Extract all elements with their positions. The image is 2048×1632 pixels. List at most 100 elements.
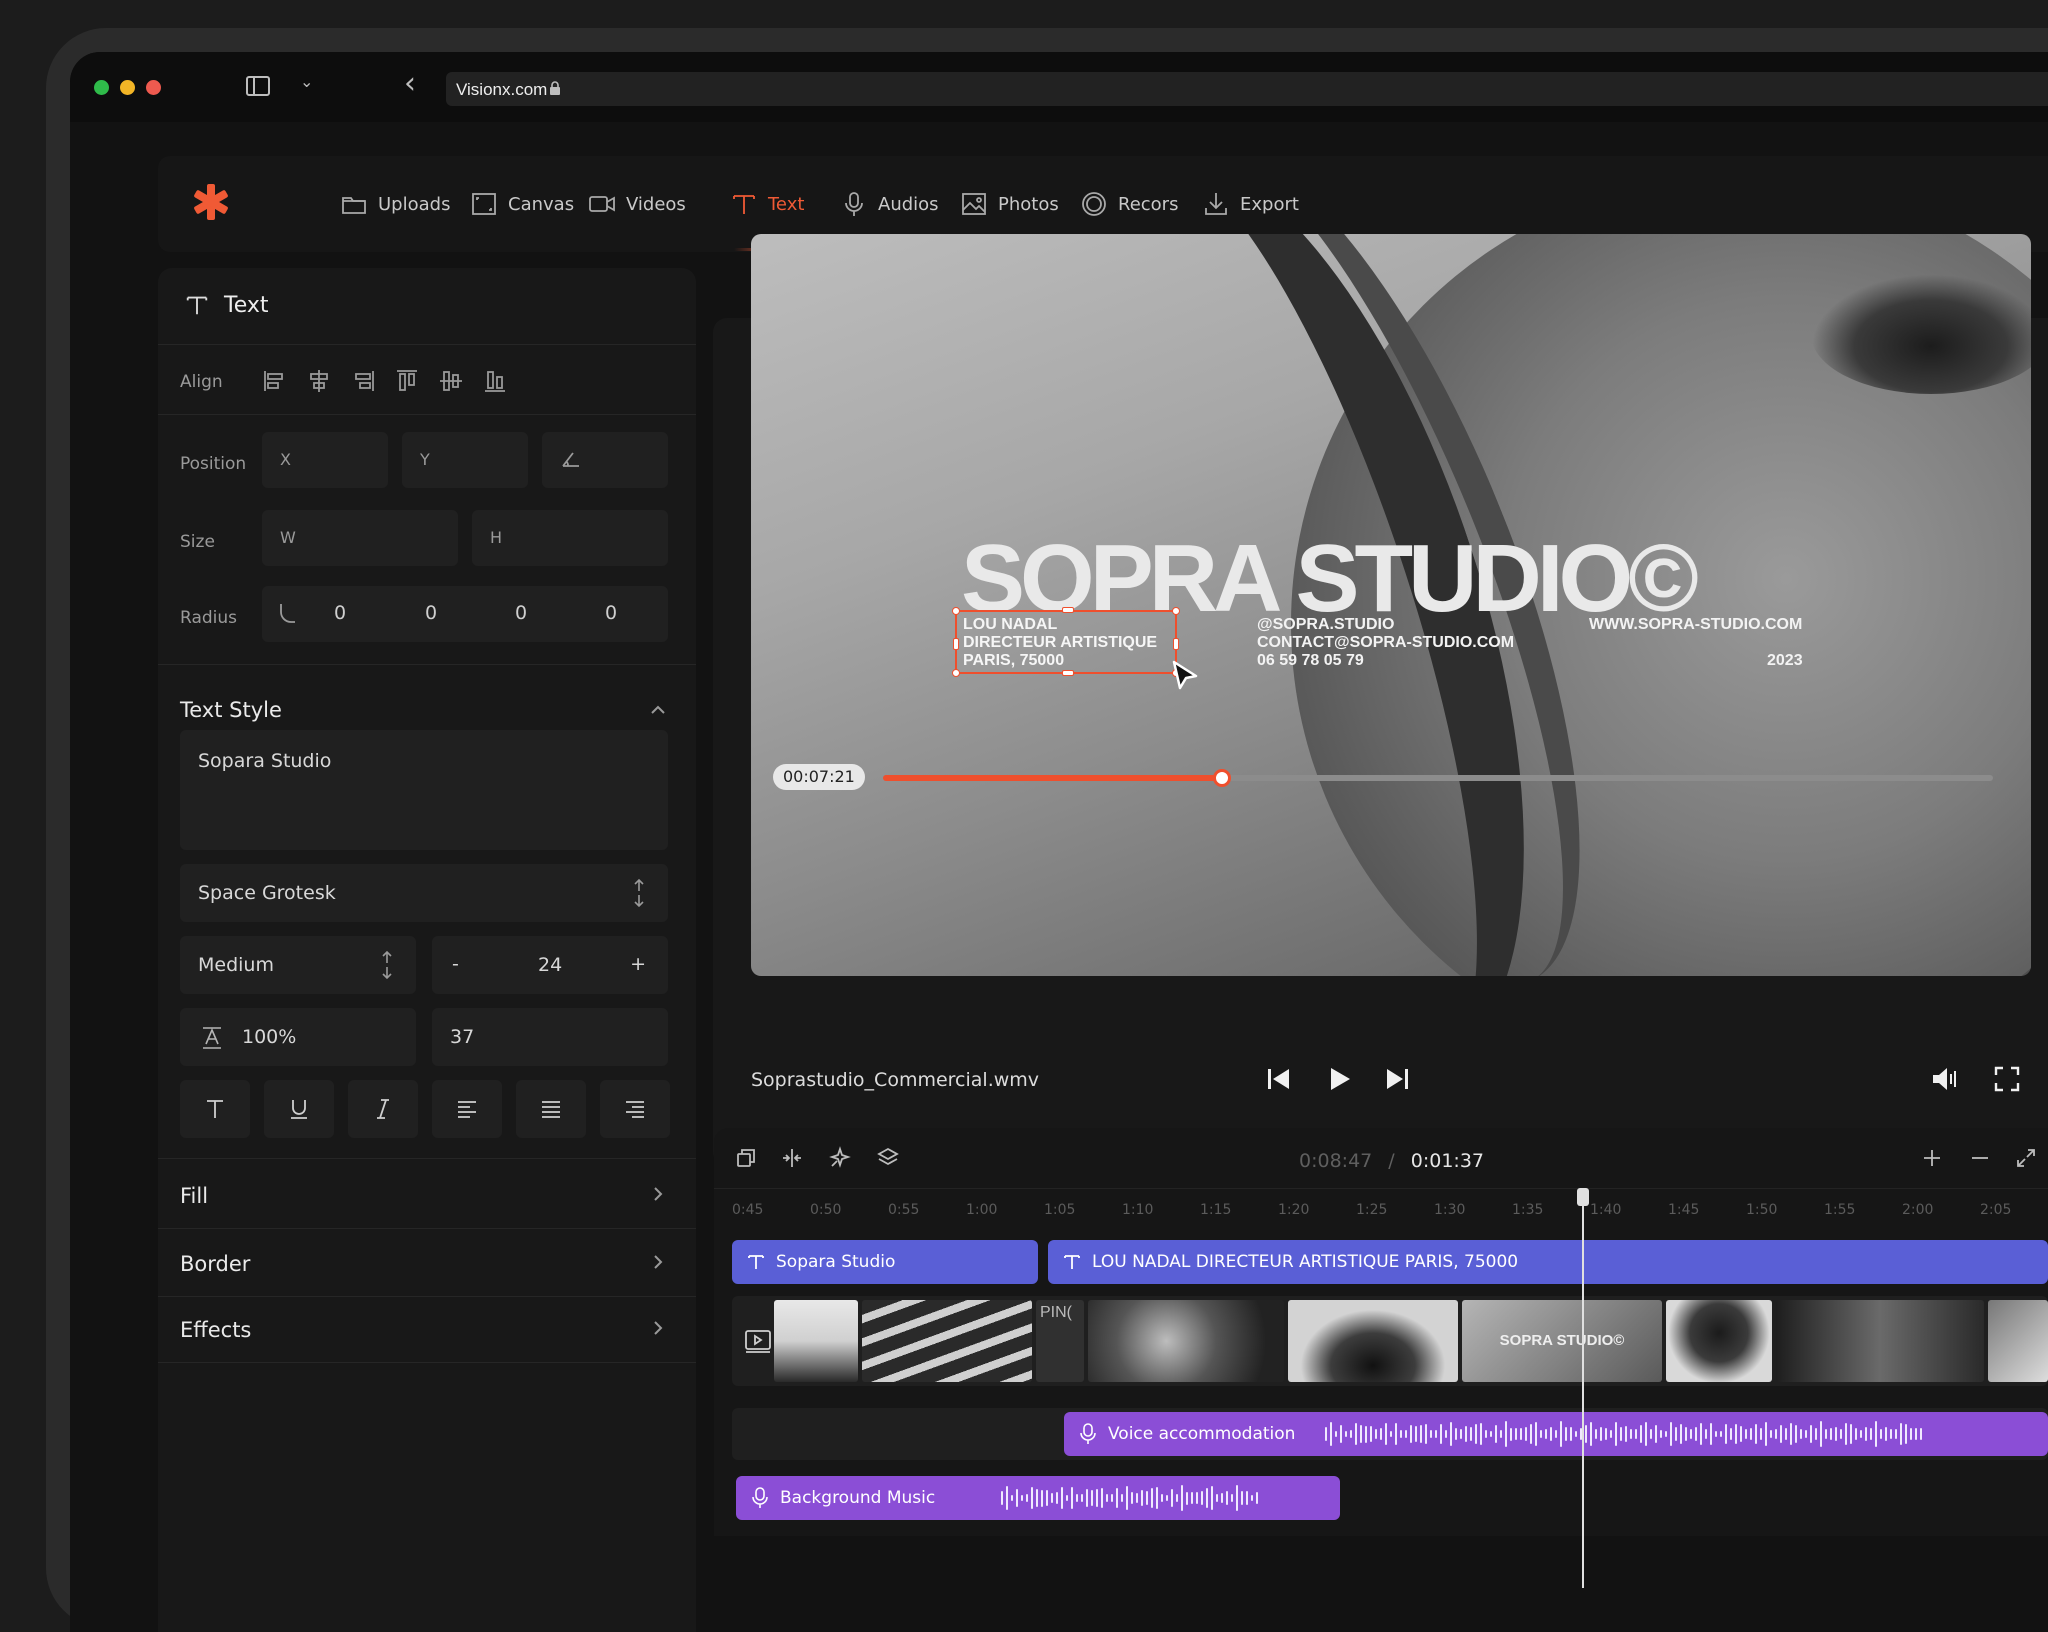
nav-text[interactable]: Text <box>730 188 804 220</box>
layers-icon[interactable] <box>876 1146 900 1170</box>
resize-handle[interactable] <box>953 638 959 650</box>
video-thumbnail[interactable] <box>862 1300 1032 1382</box>
font-weight-select[interactable]: Medium <box>180 936 416 994</box>
video-thumbnail[interactable] <box>1666 1300 1772 1382</box>
skip-next-icon[interactable] <box>1382 1064 1412 1094</box>
zoom-in-plus-icon[interactable] <box>1920 1146 1944 1170</box>
audio-clip-voice-accommodation[interactable]: Voice accommodation <box>1064 1412 2048 1456</box>
align-top-icon[interactable] <box>394 368 420 394</box>
position-y-field[interactable]: Y <box>402 432 528 488</box>
progress-knob[interactable] <box>1213 769 1231 787</box>
height-field[interactable]: H <box>472 510 668 566</box>
playhead-handle[interactable] <box>1577 1188 1589 1206</box>
window-zoom-button[interactable] <box>146 80 161 95</box>
underline-button[interactable] <box>264 1080 334 1138</box>
window-minimize-button[interactable] <box>120 80 135 95</box>
text-align-justify-button[interactable] <box>516 1080 586 1138</box>
text-clip-sopara-studio[interactable]: Sopara Studio <box>732 1240 1038 1284</box>
audio-clip-background-music[interactable]: Background Music <box>736 1476 1340 1520</box>
resize-handle[interactable] <box>1172 607 1180 615</box>
waveform-bar <box>1370 1426 1372 1442</box>
magic-sparkle-icon[interactable] <box>828 1146 852 1170</box>
text-clip-lou-nadal[interactable]: LOU NADAL DIRECTEUR ARTISTIQUE PARIS, 75… <box>1048 1240 2048 1284</box>
zoom-out-minus-icon[interactable] <box>1968 1146 1992 1170</box>
font-size-value[interactable]: 24 <box>538 954 562 976</box>
nav-audios[interactable]: Audios <box>840 188 939 220</box>
back-arrow-icon[interactable]: ‹ <box>404 66 416 101</box>
rotation-field[interactable] <box>542 432 668 488</box>
playhead[interactable] <box>1582 1188 1584 1588</box>
text-style-title[interactable]: Text Style <box>180 698 282 722</box>
skip-previous-icon[interactable] <box>1264 1064 1294 1094</box>
video-thumbnail[interactable]: PIN( <box>1036 1300 1084 1382</box>
video-preview[interactable]: SOPRA STUDIO© LOU NADAL DIRECTEUR ARTIST… <box>751 234 2031 976</box>
waveform-bar <box>1251 1495 1253 1502</box>
border-section[interactable]: Border <box>180 1252 250 1276</box>
text-content-input[interactable]: Sopara Studio <box>180 730 668 850</box>
italic-button[interactable] <box>348 1080 418 1138</box>
opacity-field[interactable]: 100% <box>180 1008 416 1066</box>
waveform-bar <box>1400 1430 1402 1439</box>
resize-handle[interactable] <box>1173 638 1179 650</box>
video-thumbnail[interactable] <box>1288 1300 1458 1382</box>
align-center-horizontal-icon[interactable] <box>306 368 332 394</box>
video-track[interactable]: PIN( SOPRA STUDIO© <box>732 1296 2048 1386</box>
nav-canvas[interactable]: Canvas <box>470 188 574 220</box>
nav-export[interactable]: Export <box>1202 188 1299 220</box>
waveform-bar <box>1810 1425 1812 1442</box>
chevron-right-icon[interactable] <box>650 1254 666 1270</box>
line-height-field[interactable]: 37 <box>432 1008 668 1066</box>
play-icon[interactable] <box>1324 1064 1354 1094</box>
nav-uploads[interactable]: Uploads <box>340 188 450 220</box>
align-bottom-icon[interactable] <box>482 368 508 394</box>
split-icon[interactable] <box>780 1146 804 1170</box>
waveform-bar <box>1081 1494 1083 1503</box>
window-close-button[interactable] <box>94 80 109 95</box>
chevron-right-icon[interactable] <box>650 1186 666 1202</box>
text-align-left-button[interactable] <box>432 1080 502 1138</box>
video-thumbnail[interactable] <box>1988 1300 2048 1382</box>
radius-top-right[interactable]: 0 <box>425 602 437 624</box>
volume-icon[interactable] <box>1930 1064 1960 1094</box>
chevron-down-icon[interactable]: ⌄ <box>300 72 313 92</box>
address-bar[interactable]: Visionx.com <box>446 72 2048 106</box>
nav-photos[interactable]: Photos <box>960 188 1059 220</box>
sidebar-toggle-icon[interactable] <box>246 76 270 96</box>
width-field[interactable]: W <box>262 510 458 566</box>
radius-top-left[interactable]: 0 <box>334 602 346 624</box>
resize-handle[interactable] <box>1062 670 1074 676</box>
text-case-button[interactable] <box>180 1080 250 1138</box>
font-family-select[interactable]: Space Grotesk <box>180 864 668 922</box>
align-center-vertical-icon[interactable] <box>438 368 464 394</box>
duplicate-icon[interactable] <box>734 1146 758 1170</box>
text-selection-box[interactable] <box>955 610 1177 674</box>
chevron-right-icon[interactable] <box>650 1320 666 1336</box>
progress-bar[interactable] <box>883 775 1993 781</box>
resize-handle[interactable] <box>952 607 960 615</box>
decrement-button[interactable]: - <box>452 953 459 975</box>
position-x-field[interactable]: X <box>262 432 388 488</box>
align-left-icon[interactable] <box>262 368 288 394</box>
video-thumbnail[interactable] <box>1088 1300 1284 1382</box>
radius-field[interactable]: 0 0 0 0 <box>262 586 668 642</box>
align-right-icon[interactable] <box>350 368 376 394</box>
increment-button[interactable]: + <box>630 953 646 975</box>
video-thumbnail[interactable] <box>774 1300 858 1382</box>
text-align-right-button[interactable] <box>600 1080 670 1138</box>
video-thumbnail[interactable] <box>1776 1300 1984 1382</box>
radius-bottom-left[interactable]: 0 <box>605 602 617 624</box>
divider <box>158 1296 696 1297</box>
thumbnail-text: PIN( <box>1040 1304 1072 1321</box>
video-thumbnail[interactable]: SOPRA STUDIO© <box>1462 1300 1662 1382</box>
resize-handle[interactable] <box>952 669 960 677</box>
expand-icon[interactable] <box>2014 1146 2038 1170</box>
fullscreen-icon[interactable] <box>1992 1064 2022 1094</box>
waveform-bar <box>1036 1489 1038 1506</box>
radius-bottom-right[interactable]: 0 <box>515 602 527 624</box>
nav-videos[interactable]: Videos <box>588 188 686 220</box>
resize-handle[interactable] <box>1062 607 1074 613</box>
fill-section[interactable]: Fill <box>180 1184 208 1208</box>
effects-section[interactable]: Effects <box>180 1318 251 1342</box>
nav-recors[interactable]: Recors <box>1080 188 1178 220</box>
chevron-up-icon[interactable] <box>650 702 666 718</box>
